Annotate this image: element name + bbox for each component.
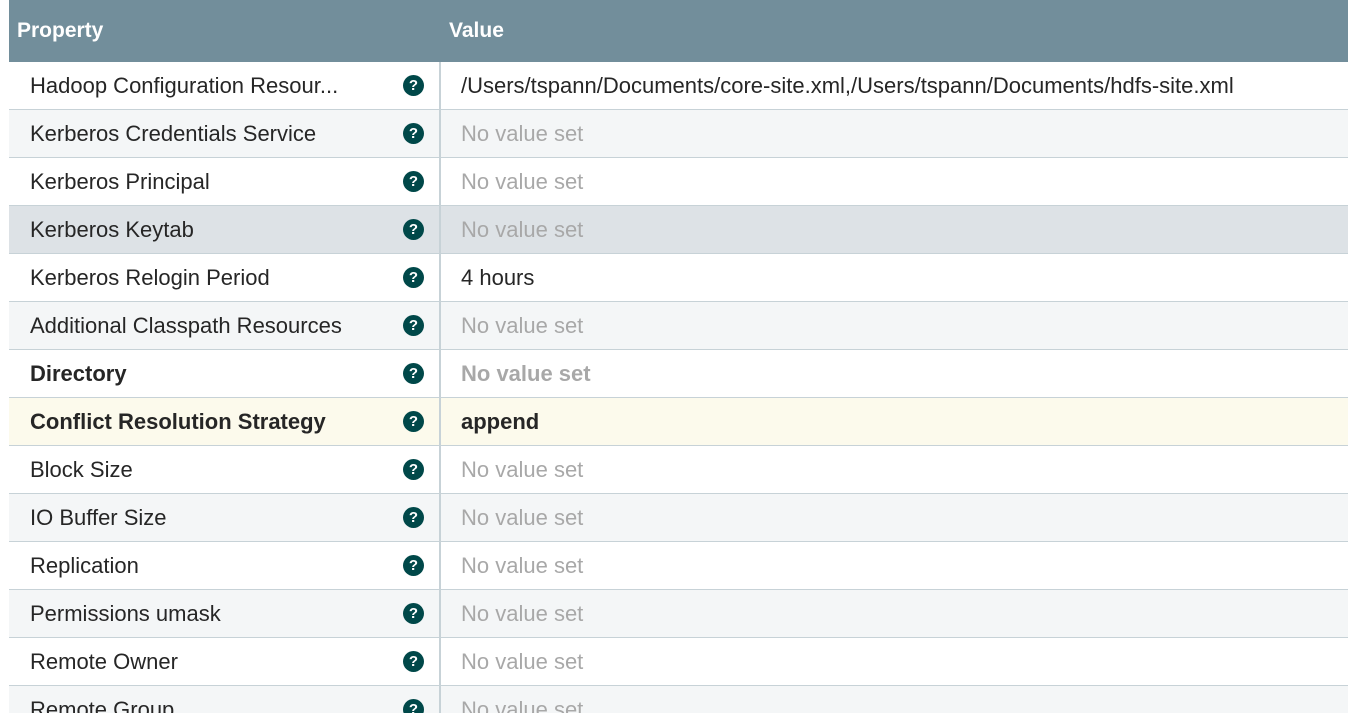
property-name: Kerberos Keytab [30,216,194,242]
value-cell[interactable]: No value set [441,494,1348,541]
question-circle-icon[interactable]: ? [403,219,424,240]
property-cell: Hadoop Configuration Resour... ? [9,62,441,109]
property-cell: Block Size ? [9,446,441,493]
properties-grid: Property Value Hadoop Configuration Reso… [9,0,1348,713]
property-cell: Kerberos Credentials Service ? [9,110,441,157]
question-circle-icon[interactable]: ? [403,555,424,576]
property-value: No value set [461,312,584,338]
property-cell: Kerberos Keytab ? [9,206,441,253]
property-row[interactable]: Remote Owner ? No value set [9,638,1348,686]
property-row[interactable]: Kerberos Relogin Period ? 4 hours [9,254,1348,302]
value-cell[interactable]: 4 hours [441,254,1348,301]
property-name: IO Buffer Size [30,504,167,530]
value-cell[interactable]: /Users/tspann/Documents/core-site.xml,/U… [441,62,1348,109]
property-value: No value set [461,648,584,674]
value-cell[interactable]: No value set [441,158,1348,205]
value-cell[interactable]: No value set [441,302,1348,349]
value-cell[interactable]: No value set [441,206,1348,253]
property-value: /Users/tspann/Documents/core-site.xml,/U… [461,72,1234,98]
property-cell: Kerberos Relogin Period ? [9,254,441,301]
property-row[interactable]: Block Size ? No value set [9,446,1348,494]
property-name: Permissions umask [30,600,221,626]
question-circle-icon[interactable]: ? [403,603,424,624]
property-name: Additional Classpath Resources [30,312,342,338]
property-name: Kerberos Relogin Period [30,264,270,290]
property-value: No value set [461,696,584,713]
property-value: No value set [461,360,591,386]
property-name: Kerberos Principal [30,168,210,194]
property-cell: Kerberos Principal ? [9,158,441,205]
property-name: Kerberos Credentials Service [30,120,317,146]
value-cell[interactable]: No value set [441,686,1348,713]
value-column-header[interactable]: Value [441,19,504,43]
property-row[interactable]: Hadoop Configuration Resour... ? /Users/… [9,62,1348,110]
grid-body: Hadoop Configuration Resour... ? /Users/… [9,62,1348,713]
question-circle-icon[interactable]: ? [403,123,424,144]
grid-header: Property Value [9,0,1348,62]
question-circle-icon[interactable]: ? [403,75,424,96]
property-value: No value set [461,456,584,482]
value-cell[interactable]: No value set [441,350,1348,397]
property-name: Directory [30,360,127,386]
property-row[interactable]: Remote Group ? No value set [9,686,1348,713]
property-row[interactable]: IO Buffer Size ? No value set [9,494,1348,542]
property-value: No value set [461,504,584,530]
property-row[interactable]: Directory ? No value set [9,350,1348,398]
property-row[interactable]: Replication ? No value set [9,542,1348,590]
question-circle-icon[interactable]: ? [403,171,424,192]
property-row[interactable]: Kerberos Keytab ? No value set [9,206,1348,254]
value-cell[interactable]: No value set [441,638,1348,685]
value-cell[interactable]: No value set [441,110,1348,157]
property-name: Block Size [30,456,133,482]
property-cell: Permissions umask ? [9,590,441,637]
value-cell[interactable]: No value set [441,446,1348,493]
property-cell: Remote Owner ? [9,638,441,685]
property-column-header[interactable]: Property [9,19,441,43]
property-name: Replication [30,552,139,578]
value-cell[interactable]: No value set [441,590,1348,637]
question-circle-icon[interactable]: ? [403,699,424,713]
property-cell: Directory ? [9,350,441,397]
property-row[interactable]: Conflict Resolution Strategy ? append [9,398,1348,446]
property-cell: IO Buffer Size ? [9,494,441,541]
property-name: Remote Group [30,696,175,713]
property-row[interactable]: Additional Classpath Resources ? No valu… [9,302,1348,350]
question-circle-icon[interactable]: ? [403,459,424,480]
property-cell: Replication ? [9,542,441,589]
question-circle-icon[interactable]: ? [403,507,424,528]
property-value: append [461,408,540,434]
property-cell: Additional Classpath Resources ? [9,302,441,349]
property-name: Remote Owner [30,648,178,674]
property-row[interactable]: Kerberos Principal ? No value set [9,158,1348,206]
property-name: Conflict Resolution Strategy [30,408,326,434]
question-circle-icon[interactable]: ? [403,315,424,336]
value-cell[interactable]: No value set [441,542,1348,589]
question-circle-icon[interactable]: ? [403,651,424,672]
property-name: Hadoop Configuration Resour... [30,72,339,98]
property-cell: Remote Group ? [9,686,441,713]
question-circle-icon[interactable]: ? [403,267,424,288]
property-row[interactable]: Kerberos Credentials Service ? No value … [9,110,1348,158]
value-cell[interactable]: append [441,398,1348,445]
question-circle-icon[interactable]: ? [403,363,424,384]
property-cell: Conflict Resolution Strategy ? [9,398,441,445]
property-value: No value set [461,120,584,146]
property-value: No value set [461,168,584,194]
property-value: No value set [461,216,584,242]
property-row[interactable]: Permissions umask ? No value set [9,590,1348,638]
question-circle-icon[interactable]: ? [403,411,424,432]
property-value: 4 hours [461,264,535,290]
property-value: No value set [461,552,584,578]
property-value: No value set [461,600,584,626]
